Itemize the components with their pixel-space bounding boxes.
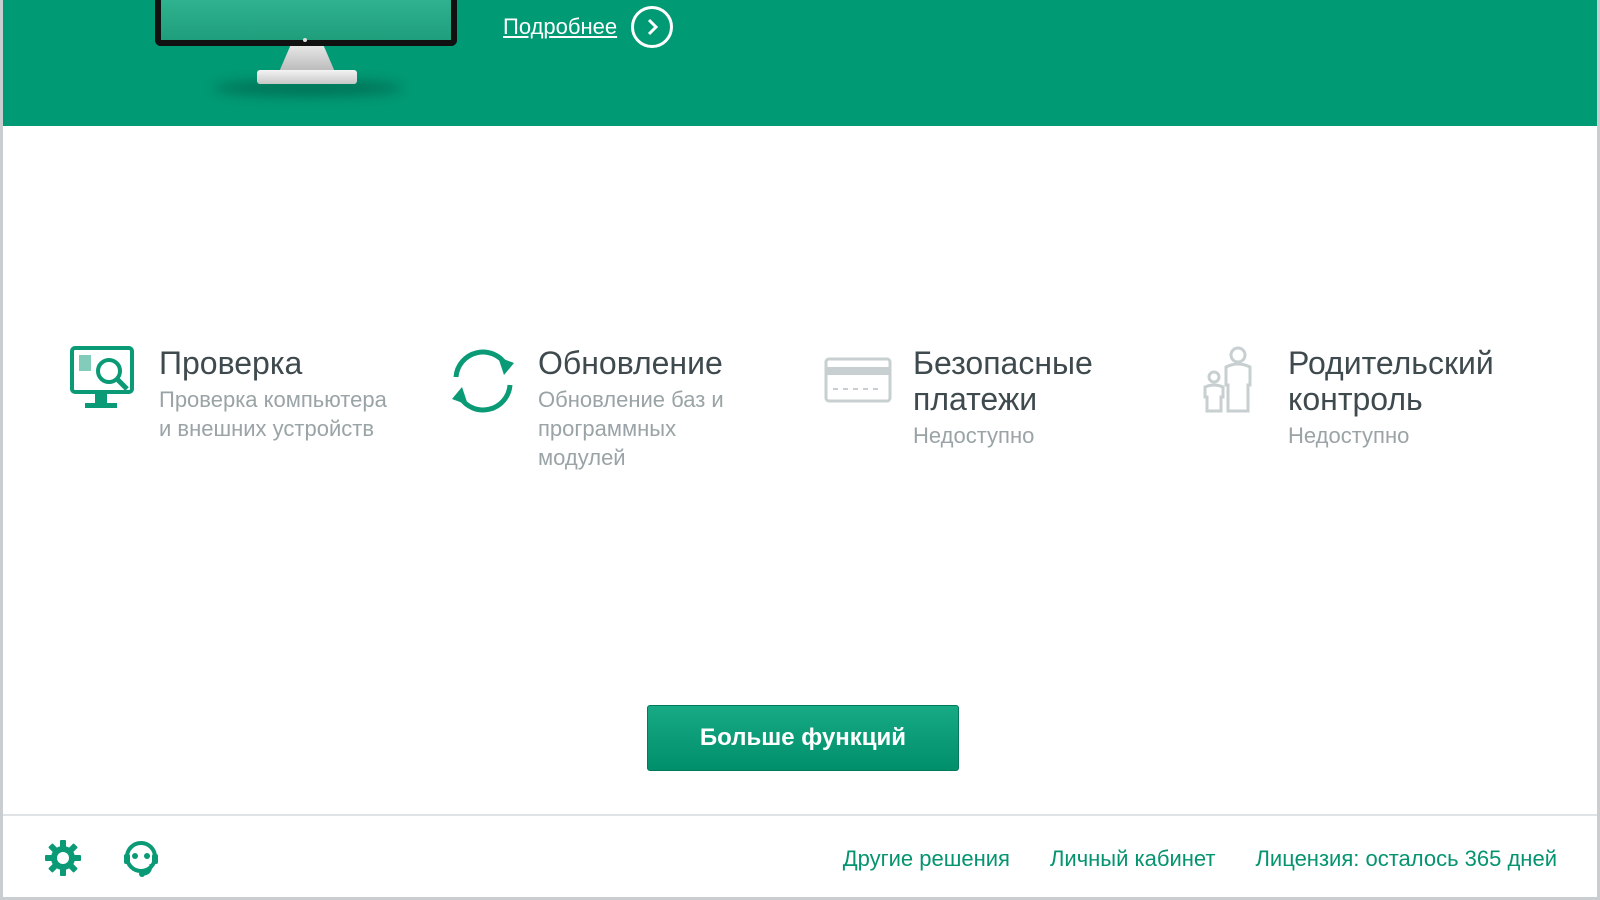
feature-safe-money-title: Безопасные платежи [913, 345, 1093, 417]
feature-scan[interactable]: Проверка Проверка компьютера и внешних у… [69, 345, 399, 443]
feature-update-title: Обновление [538, 345, 723, 381]
my-account-link[interactable]: Личный кабинет [1050, 846, 1216, 872]
refresh-icon [448, 345, 518, 415]
gear-icon[interactable] [43, 838, 83, 878]
feature-parental-control-title: Родительский контроль [1288, 345, 1494, 417]
arrow-right-icon [631, 6, 674, 48]
license-link[interactable]: Лицензия: осталось 365 дней [1255, 846, 1557, 872]
features-row: Проверка Проверка компьютера и внешних у… [3, 345, 1597, 495]
more-details-label: Подробнее [503, 14, 618, 39]
feature-parental-control[interactable]: Родительский контроль Недоступно [1198, 345, 1518, 450]
footer-links: Другие решения Личный кабинет Лицензия: … [843, 846, 1557, 872]
status-banner: Подробнее [3, 0, 1597, 126]
feature-update-description: Обновление баз и программных модулей [538, 387, 724, 470]
feature-parental-control-status: Недоступно [1288, 423, 1410, 448]
feature-scan-title: Проверка [159, 345, 303, 381]
app-window: Подробнее Проверка Проверка компьютера и… [0, 0, 1600, 900]
monitor-scan-icon [69, 345, 139, 415]
feature-safe-money-status: Недоступно [913, 423, 1035, 448]
more-functions-button[interactable]: Больше функций [647, 705, 959, 771]
support-icon[interactable] [121, 838, 161, 878]
more-details-link[interactable]: Подробнее [503, 6, 674, 48]
other-solutions-link[interactable]: Другие решения [843, 846, 1010, 872]
feature-scan-description: Проверка компьютера и внешних устройств [159, 387, 387, 441]
monitor-illustration [153, 0, 463, 98]
footer-divider [3, 814, 1597, 816]
footer-icons [43, 838, 161, 878]
card-icon [823, 345, 893, 415]
parent-child-icon [1198, 345, 1268, 415]
feature-safe-money[interactable]: Безопасные платежи Недоступно [823, 345, 1123, 450]
feature-update[interactable]: Обновление Обновление баз и программных … [448, 345, 768, 472]
